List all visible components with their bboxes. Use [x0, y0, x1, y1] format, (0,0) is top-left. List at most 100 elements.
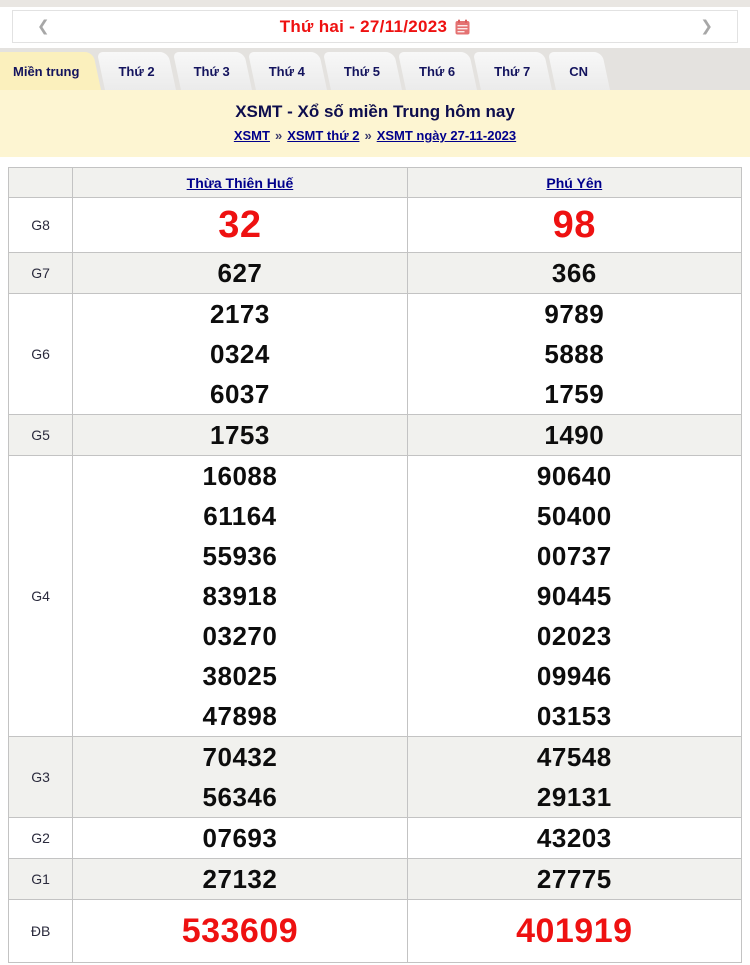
breadcrumb-link[interactable]: XSMT thứ 2: [287, 128, 359, 143]
winning-number: 90445: [408, 576, 741, 616]
date-navigation-bar: ❮ Thứ hai - 27/11/2023 ❯: [12, 10, 738, 43]
breadcrumb: XSMT » XSMT thứ 2 » XSMT ngày 27-11-2023: [0, 128, 750, 143]
tab-thứ-5[interactable]: Thứ 5: [331, 52, 402, 90]
result-cell: 366: [407, 253, 741, 294]
winning-number: 70432: [73, 737, 406, 777]
tab-label: Thứ 7: [494, 64, 530, 79]
prize-row-g3: G370432563464754829131: [9, 737, 742, 818]
prize-row-g1: G12713227775: [9, 859, 742, 900]
prize-label: ĐB: [9, 900, 73, 963]
winning-number: 1753: [73, 415, 406, 455]
prize-row-g6: G6217303246037978958881759: [9, 294, 742, 415]
result-cell: 1490: [407, 415, 741, 456]
tab-thứ-3[interactable]: Thứ 3: [181, 52, 252, 90]
province-link-2[interactable]: Phú Yên: [546, 175, 602, 191]
table-header-row: Thừa Thiên Huế Phú Yên: [9, 168, 742, 198]
winning-number: 5888: [408, 334, 741, 374]
province-column-header-2: Phú Yên: [407, 168, 741, 198]
results-section: Thừa Thiên Huế Phú Yên G83298G7627366G62…: [0, 157, 750, 965]
calendar-icon[interactable]: [455, 19, 470, 35]
prize-row-g4: G416088611645593683918032703802547898906…: [9, 456, 742, 737]
winning-number: 1759: [408, 374, 741, 414]
winning-number: 90640: [408, 456, 741, 496]
winning-number: 00737: [408, 536, 741, 576]
winning-number: 29131: [408, 777, 741, 817]
prize-label: G6: [9, 294, 73, 415]
winning-number: 366: [408, 253, 741, 293]
prize-row-g8: G83298: [9, 198, 742, 253]
result-cell: 43203: [407, 818, 741, 859]
breadcrumb-separator: »: [275, 128, 282, 143]
tab-label: CN: [569, 64, 588, 79]
winning-number: 2173: [73, 294, 406, 334]
result-cell: 98: [407, 198, 741, 253]
prize-label: G7: [9, 253, 73, 294]
date-label: Thứ hai - 27/11/2023: [280, 17, 448, 37]
result-cell: 978958881759: [407, 294, 741, 415]
tab-thứ-2[interactable]: Thứ 2: [105, 52, 176, 90]
tab-label: Thứ 6: [419, 64, 455, 79]
tab-miền-trung[interactable]: Miền trung: [0, 52, 101, 90]
result-cell: 4754829131: [407, 737, 741, 818]
tab-label: Thứ 2: [118, 64, 154, 79]
winning-number: 07693: [73, 818, 406, 858]
result-cell: 07693: [73, 818, 407, 859]
result-cell: 7043256346: [73, 737, 407, 818]
winning-number: 627: [73, 253, 406, 293]
region-day-tabs: Miền trung Thứ 2 Thứ 3 Thứ 4 Thứ 5 Thứ 6 Thứ 7…: [0, 48, 750, 90]
prize-label: G8: [9, 198, 73, 253]
prize-row-g5: G517531490: [9, 415, 742, 456]
tab-thứ-6[interactable]: Thứ 6: [406, 52, 477, 90]
result-cell: 217303246037: [73, 294, 407, 415]
result-cell: 90640504000073790445020230994603153: [407, 456, 741, 737]
winning-number: 47898: [73, 696, 406, 736]
winning-number: 98: [408, 198, 741, 252]
winning-number: 56346: [73, 777, 406, 817]
page-banner: XSMT - Xổ số miền Trung hôm nay XSMT»XSM…: [0, 90, 750, 157]
prize-row-g7: G7627366: [9, 253, 742, 294]
lottery-results-table: Thừa Thiên Huế Phú Yên G83298G7627366G62…: [8, 167, 742, 963]
result-cell: 1753: [73, 415, 407, 456]
prize-column-header: [9, 168, 73, 198]
winning-number: 03270: [73, 616, 406, 656]
result-cell: 27132: [73, 859, 407, 900]
winning-number: 02023: [408, 616, 741, 656]
winning-number: 6037: [73, 374, 406, 414]
winning-number: 32: [73, 198, 406, 252]
winning-number: 55936: [73, 536, 406, 576]
province-link-1[interactable]: Thừa Thiên Huế: [187, 175, 294, 191]
page-title: XSMT - Xổ số miền Trung hôm nay: [0, 102, 750, 122]
prize-row-g2: G20769343203: [9, 818, 742, 859]
tab-thứ-4[interactable]: Thứ 4: [256, 52, 327, 90]
winning-number: 1490: [408, 415, 741, 455]
winning-number: 9789: [408, 294, 741, 334]
winning-number: 43203: [408, 818, 741, 858]
winning-number: 38025: [73, 656, 406, 696]
tab-label: Thứ 4: [269, 64, 305, 79]
breadcrumb-separator: »: [364, 128, 371, 143]
result-cell: 401919: [407, 900, 741, 963]
next-day-arrow[interactable]: ❯: [700, 19, 713, 34]
winning-number: 27132: [73, 859, 406, 899]
result-cell: 627: [73, 253, 407, 294]
result-cell: 27775: [407, 859, 741, 900]
breadcrumb-link[interactable]: XSMT: [234, 128, 270, 143]
prize-label: G1: [9, 859, 73, 900]
tab-cn[interactable]: CN: [556, 52, 610, 90]
tab-label: Thứ 3: [194, 64, 230, 79]
winning-number: 61164: [73, 496, 406, 536]
winning-number: 16088: [73, 456, 406, 496]
result-cell: 32: [73, 198, 407, 253]
prize-row-đb: ĐB533609401919: [9, 900, 742, 963]
prev-day-arrow[interactable]: ❮: [37, 19, 50, 34]
winning-number: 03153: [408, 696, 741, 736]
result-cell: 16088611645593683918032703802547898: [73, 456, 407, 737]
winning-number: 50400: [408, 496, 741, 536]
winning-number: 401919: [408, 900, 741, 962]
breadcrumb-link[interactable]: XSMT ngày 27-11-2023: [377, 128, 516, 143]
winning-number: 09946: [408, 656, 741, 696]
tab-thứ-7[interactable]: Thứ 7: [481, 52, 552, 90]
winning-number: 27775: [408, 859, 741, 899]
top-strip: [0, 0, 750, 7]
province-column-header-1: Thừa Thiên Huế: [73, 168, 407, 198]
